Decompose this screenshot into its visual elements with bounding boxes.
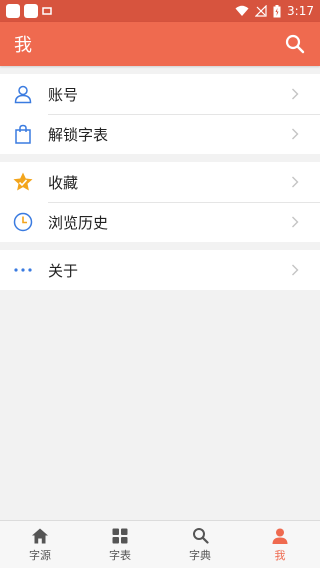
menu-group-account: 账号 解锁字表 — [0, 74, 320, 154]
menu-item-favorites[interactable]: 收藏 — [0, 162, 320, 202]
chevron-right-icon — [292, 88, 299, 100]
bottom-navigation: 字源 字表 字典 我 — [0, 520, 320, 568]
nav-tab-label: 我 — [274, 548, 286, 562]
menu-item-label: 关于 — [48, 261, 79, 280]
menu-item-account[interactable]: 账号 — [0, 74, 320, 114]
wifi-icon — [235, 5, 249, 16]
no-signal-icon — [255, 5, 267, 17]
menu-item-label: 解锁字表 — [48, 125, 109, 144]
search-icon — [285, 34, 305, 54]
nav-tab-label: 字表 — [109, 548, 131, 562]
more-dots-icon — [14, 268, 32, 272]
notification-icon — [42, 7, 52, 15]
person-icon — [272, 528, 288, 544]
search-button[interactable] — [284, 33, 306, 55]
grid-icon — [112, 528, 128, 543]
clock-icon — [13, 212, 33, 232]
status-notifications — [6, 4, 52, 18]
menu-item-about[interactable]: 关于 — [0, 250, 320, 290]
notification-icon — [24, 4, 38, 18]
nav-tab-me[interactable]: 我 — [240, 521, 320, 568]
chevron-right-icon — [292, 216, 299, 228]
home-icon — [32, 528, 48, 543]
chevron-right-icon — [292, 264, 299, 276]
app-bar: 我 — [0, 22, 320, 66]
person-icon — [14, 85, 32, 104]
menu-item-history[interactable]: 浏览历史 — [0, 202, 320, 242]
status-bar: 3:17 — [0, 0, 320, 22]
nav-tab-dictionary[interactable]: 字典 — [160, 521, 240, 568]
menu-group-collections: 收藏 浏览历史 — [0, 162, 320, 242]
battery-icon — [273, 4, 281, 17]
bag-icon — [15, 124, 31, 144]
nav-tab-label: 字源 — [29, 548, 51, 562]
menu-group-about: 关于 — [0, 250, 320, 290]
menu-item-label: 浏览历史 — [48, 213, 109, 232]
star-icon — [13, 172, 33, 191]
nav-tab-source[interactable]: 字源 — [0, 521, 80, 568]
menu-item-unlock[interactable]: 解锁字表 — [0, 114, 320, 154]
chevron-right-icon — [292, 128, 299, 140]
status-time: 3:17 — [287, 4, 314, 18]
nav-tab-label: 字典 — [189, 548, 211, 562]
notification-icon — [6, 4, 20, 18]
page-title: 我 — [14, 35, 32, 56]
menu-item-label: 收藏 — [48, 173, 79, 192]
search-icon — [192, 528, 209, 544]
menu-item-label: 账号 — [48, 85, 79, 104]
chevron-right-icon — [292, 176, 299, 188]
nav-tab-table[interactable]: 字表 — [80, 521, 160, 568]
